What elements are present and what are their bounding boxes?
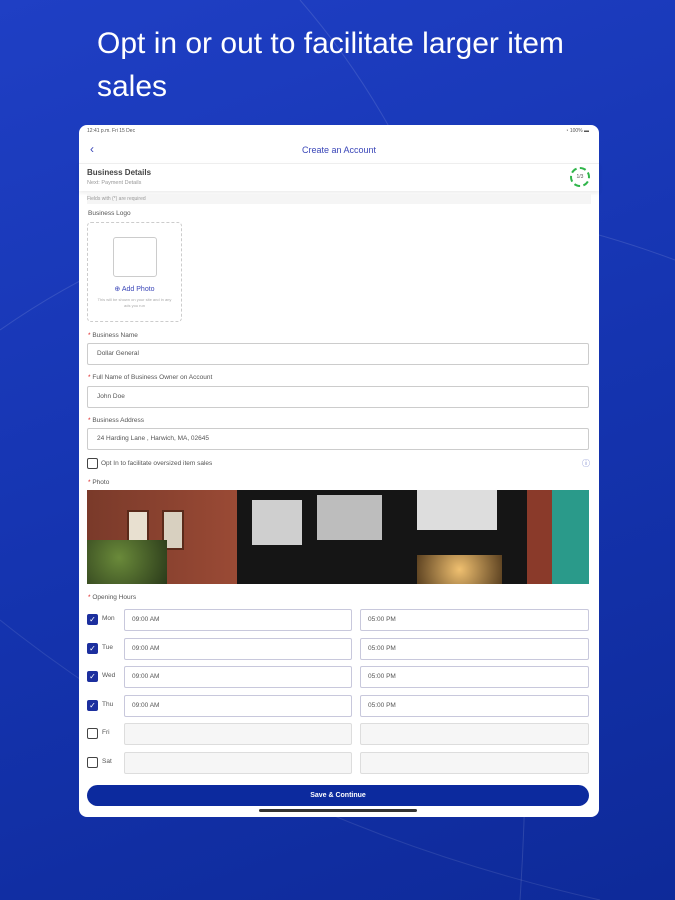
logo-label: Business Logo xyxy=(88,210,131,217)
photo-label: * Photo xyxy=(88,479,110,486)
logo-hint: This will be shown on your site and in a… xyxy=(97,297,172,308)
page-title: Create an Account xyxy=(301,145,377,155)
optin-label: Opt In to facilitate oversized item sale… xyxy=(101,460,213,467)
business-name-input[interactable]: Dollar General xyxy=(87,343,589,365)
day-row-mon: ✓ Mon 09:00 AM 05:00 PM xyxy=(87,609,589,631)
save-continue-button[interactable]: Save & Continue xyxy=(87,785,589,806)
day-label: Fri xyxy=(102,729,110,736)
open-time-input[interactable] xyxy=(124,723,352,745)
day-row-sat: Sat xyxy=(87,751,589,774)
section-header: Business Details Next: Payment Details 1… xyxy=(79,163,599,191)
status-battery: ◔ 100% ▬ xyxy=(565,128,589,134)
day-checkbox[interactable]: ✓ xyxy=(87,699,98,711)
status-time: 12:41 p.m. Fri 15 Dec xyxy=(87,128,136,134)
info-icon[interactable]: ⓘ xyxy=(582,458,590,469)
owner-name-input[interactable]: John Doe xyxy=(87,386,589,408)
section-subtitle: Next: Payment Details xyxy=(87,180,142,186)
address-input[interactable]: 24 Harding Lane , Harwich, MA, 02645 xyxy=(87,428,589,450)
headline: Opt in or out to facilitate larger item … xyxy=(97,27,564,103)
day-row-wed: ✓ Wed 09:00 AM 05:00 PM xyxy=(87,666,589,688)
close-time-input[interactable]: 05:00 PM xyxy=(360,666,589,688)
home-indicator xyxy=(259,809,417,812)
day-row-thu: ✓ Thu 09:00 AM 05:00 PM xyxy=(87,694,589,717)
open-time-input[interactable]: 09:00 AM xyxy=(124,609,352,631)
address-label: * Business Address xyxy=(88,417,145,424)
day-label: Thu xyxy=(102,700,114,708)
day-label: Mon xyxy=(102,615,115,622)
progress-ring: 1/3 xyxy=(570,167,590,187)
day-label: Wed xyxy=(102,672,116,679)
day-row-tue: ✓ Tue 09:00 AM 05:00 PM xyxy=(87,637,589,660)
add-photo-button[interactable]: ⊕ Add Photo xyxy=(88,285,181,293)
close-time-input[interactable] xyxy=(360,723,589,745)
required-note: Fields with (*) are required xyxy=(87,194,591,204)
close-time-input[interactable]: 05:00 PM xyxy=(360,694,589,717)
tablet-screen: 12:41 p.m. Fri 15 Dec ◔ 100% ▬ ‹ Create … xyxy=(79,125,599,817)
close-time-input[interactable]: 05:00 PM xyxy=(360,609,589,631)
open-time-input[interactable]: 09:00 AM xyxy=(124,637,352,660)
battery-icon: ▬ xyxy=(584,128,589,134)
day-row-fri: Fri xyxy=(87,723,589,745)
owner-name-label: * Full Name of Business Owner on Account xyxy=(88,374,213,381)
logo-upload[interactable]: ⊕ Add Photo This will be shown on your s… xyxy=(87,222,182,322)
open-time-input[interactable] xyxy=(124,751,352,774)
day-label: Sat xyxy=(102,757,112,765)
close-time-input[interactable]: 05:00 PM xyxy=(360,637,589,660)
close-time-input[interactable] xyxy=(360,751,589,774)
optin-checkbox[interactable] xyxy=(87,458,98,469)
image-placeholder-icon xyxy=(113,237,157,277)
day-checkbox[interactable]: ✓ xyxy=(87,671,98,682)
open-time-input[interactable]: 09:00 AM xyxy=(124,694,352,717)
open-time-input[interactable]: 09:00 AM xyxy=(124,666,352,688)
day-checkbox[interactable] xyxy=(87,728,98,739)
storefront-photo xyxy=(87,490,589,584)
day-checkbox[interactable] xyxy=(87,756,98,768)
section-title: Business Details xyxy=(87,168,152,177)
day-checkbox[interactable]: ✓ xyxy=(87,642,98,654)
day-label: Tue xyxy=(102,643,113,651)
day-checkbox[interactable]: ✓ xyxy=(87,614,98,625)
business-name-label: * Business Name xyxy=(88,332,138,339)
hours-label: * Opening Hours xyxy=(88,594,137,601)
